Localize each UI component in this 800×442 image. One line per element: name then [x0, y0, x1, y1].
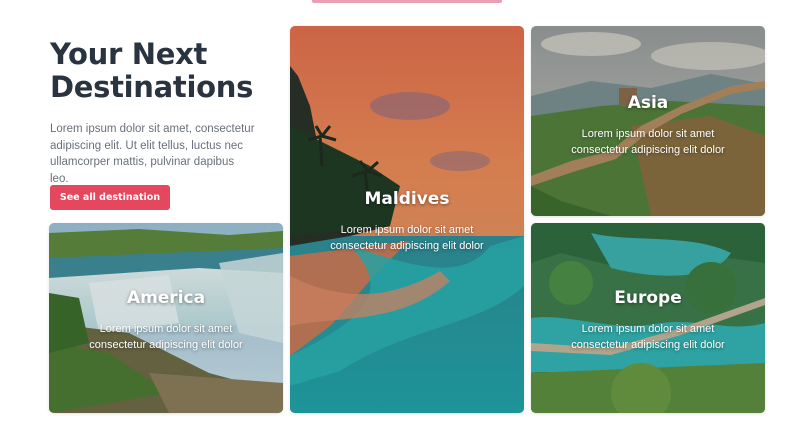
intro-description: Lorem ipsum dolor sit amet, consectetur …: [50, 123, 255, 185]
america-description: Lorem ipsum dolor sit amet consectetur a…: [89, 323, 243, 351]
europe-description: Lorem ipsum dolor sit amet consectetur a…: [571, 323, 725, 351]
asia-caption: Asia Lorem ipsum dolor sit amet consecte…: [531, 92, 765, 158]
europe-caption: Europe Lorem ipsum dolor sit amet consec…: [531, 287, 765, 353]
intro-section: Your Next Destinations Lorem ipsum dolor…: [50, 38, 280, 210]
destination-card-asia[interactable]: Asia Lorem ipsum dolor sit amet consecte…: [531, 26, 765, 216]
europe-title: Europe: [614, 288, 682, 308]
maldives-title: Maldives: [364, 189, 450, 209]
america-title: America: [126, 288, 206, 308]
page-title: Your Next Destinations: [50, 38, 280, 104]
title-line-1: Your Next: [50, 37, 208, 71]
top-accent-bar: [312, 0, 502, 3]
destination-card-europe[interactable]: Europe Lorem ipsum dolor sit amet consec…: [531, 223, 765, 413]
title-line-2: Destinations: [50, 70, 254, 104]
maldives-description: Lorem ipsum dolor sit amet consectetur a…: [330, 224, 484, 252]
destination-card-america[interactable]: America Lorem ipsum dolor sit amet conse…: [49, 223, 283, 413]
destination-card-maldives[interactable]: Maldives Lorem ipsum dolor sit amet cons…: [290, 26, 524, 413]
maldives-caption: Maldives Lorem ipsum dolor sit amet cons…: [290, 188, 524, 254]
america-caption: America Lorem ipsum dolor sit amet conse…: [49, 287, 283, 353]
asia-title: Asia: [627, 93, 669, 113]
asia-description: Lorem ipsum dolor sit amet consectetur a…: [571, 128, 725, 156]
see-all-destinations-button[interactable]: See all destination: [50, 185, 170, 210]
